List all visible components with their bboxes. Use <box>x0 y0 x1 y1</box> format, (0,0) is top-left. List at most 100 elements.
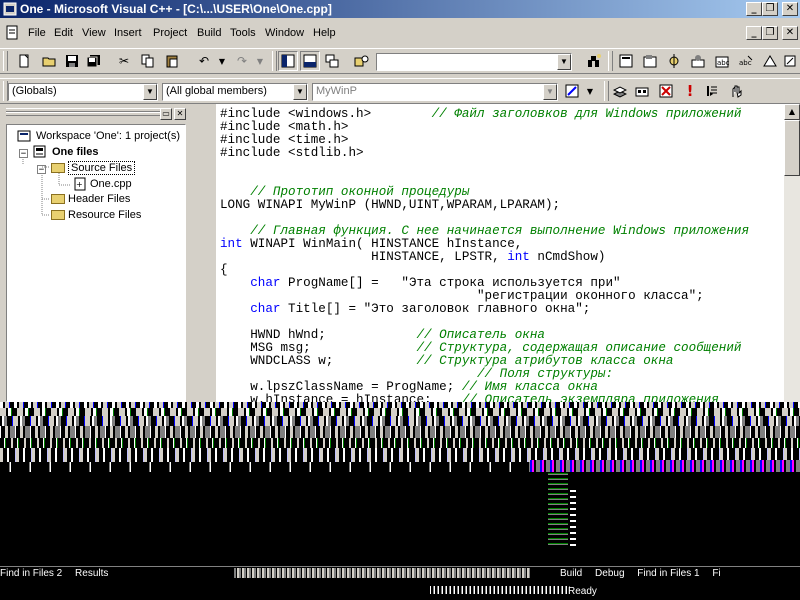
wizard-icon-6[interactable]: abc <box>736 51 756 71</box>
code-line[interactable]: #include <stdlib.h> <box>220 147 749 160</box>
standard-toolbar: ✂ ↶ ▼ ↷ ▼ ▼ abc abc <box>0 48 800 74</box>
build-icon[interactable] <box>632 81 652 101</box>
menu-project[interactable]: Project <box>153 27 187 39</box>
wizard-icon-5[interactable]: abc <box>712 51 732 71</box>
chevron-down-icon[interactable]: ▼ <box>557 54 571 70</box>
menu-edit[interactable]: Edit <box>54 27 73 39</box>
undo-dropdown-icon[interactable]: ▼ <box>212 51 232 71</box>
wizard-icon-4[interactable] <box>688 51 708 71</box>
workspace-icon[interactable] <box>278 51 298 71</box>
menu-tools[interactable]: Tools <box>230 27 256 39</box>
vertical-scrollbar[interactable]: ▲ <box>784 104 800 402</box>
toolbar-grip[interactable] <box>272 51 277 71</box>
wizard-action-dropdown-icon[interactable]: ▼ <box>580 81 600 101</box>
execute-icon[interactable]: ! <box>680 81 700 101</box>
code-line[interactable]: LONG WINAPI MyWinP (HWND,UINT,WPARAM,LPA… <box>220 199 749 212</box>
panel-grip[interactable] <box>6 112 171 116</box>
tab-debug[interactable]: Debug <box>595 568 624 579</box>
compile-icon[interactable] <box>610 81 630 101</box>
copy-icon[interactable] <box>138 51 158 71</box>
go-icon[interactable] <box>702 81 722 101</box>
code-comment: // Описатель экземпляра приложения <box>461 393 719 403</box>
code-line[interactable] <box>220 160 749 173</box>
workspace-tree: Workspace 'One': 1 project(s) − One file… <box>6 124 186 402</box>
code-text: HINSTANCE, LPSTR, <box>220 250 508 264</box>
menu-bar: File Edit View Insert Project Build Tool… <box>0 22 800 44</box>
wizard-action-icon[interactable] <box>562 81 582 101</box>
menu-insert[interactable]: Insert <box>114 27 142 39</box>
members-combo[interactable]: MyWinP ▼ <box>312 83 558 101</box>
toolbar-grip[interactable] <box>604 81 609 101</box>
close-icon[interactable]: ✕ <box>782 2 798 16</box>
chevron-down-icon[interactable]: ▼ <box>143 84 157 100</box>
minimize-icon[interactable]: _ <box>746 2 762 16</box>
menu-window[interactable]: Window <box>265 27 304 39</box>
code-comment: // Структура, содержащая описание сообще… <box>416 341 742 355</box>
stop-build-icon[interactable] <box>656 81 676 101</box>
title-bar[interactable]: One - Microsoft Visual C++ - [C:\...\USE… <box>0 0 800 18</box>
new-icon[interactable] <box>14 51 34 71</box>
code-line[interactable]: HINSTANCE, LPSTR, int nCmdShow) <box>220 251 749 264</box>
find-combo[interactable]: ▼ <box>376 53 572 71</box>
menu-help[interactable]: Help <box>313 27 336 39</box>
scroll-thumb[interactable] <box>784 120 800 176</box>
tab-build[interactable]: Build <box>560 568 582 579</box>
save-all-icon[interactable] <box>84 51 104 71</box>
code-text: LONG WINAPI MyWinP (HWND,UINT,WPARAM,LPA… <box>220 198 561 212</box>
chevron-down-icon[interactable]: ▼ <box>543 84 557 100</box>
close-icon[interactable]: ✕ <box>174 108 186 120</box>
doc-minimize-icon[interactable]: _ <box>746 26 762 40</box>
svg-text:abc: abc <box>739 59 752 67</box>
dock-icon[interactable]: ▭ <box>160 108 172 120</box>
window-list-icon[interactable] <box>322 51 342 71</box>
breakpoint-icon[interactable] <box>726 81 746 101</box>
doc-close-icon[interactable]: ✕ <box>782 26 798 40</box>
find-in-files-icon[interactable] <box>352 51 372 71</box>
code-keyword: int <box>220 237 243 251</box>
undo-icon[interactable]: ↶ <box>194 51 214 71</box>
redo-dropdown-icon[interactable]: ▼ <box>250 51 270 71</box>
tab-fi[interactable]: Fi <box>712 568 720 579</box>
toolbar-grip[interactable] <box>3 51 8 71</box>
tab-results[interactable]: Results <box>75 568 108 579</box>
source-code[interactable]: #include <windows.h> // Файл заголовков … <box>220 107 749 403</box>
doc-restore-icon[interactable]: ❐ <box>762 26 778 40</box>
save-icon[interactable] <box>62 51 82 71</box>
paste-icon[interactable] <box>162 51 182 71</box>
toolbar-grip[interactable] <box>608 51 613 71</box>
wizard-icon-2[interactable] <box>640 51 660 71</box>
code-text: WINAPI WinMain( HINSTANCE hInstance, <box>242 237 523 251</box>
code-text: nCmdShow) <box>529 250 606 264</box>
tab-find-in-files-1[interactable]: Find in Files 1 <box>637 568 699 579</box>
restore-icon[interactable]: ❐ <box>762 2 778 16</box>
code-comment: // Имя класса окна <box>461 380 598 394</box>
code-line[interactable]: char Title[] = "Это заголовок главного о… <box>220 303 749 316</box>
wizard-icon-1[interactable] <box>616 51 636 71</box>
code-text: Title[] = "Это заголовок главного окна"; <box>280 302 591 316</box>
menu-build[interactable]: Build <box>197 27 221 39</box>
code-comment: // Файл заголовков для Windows приложени… <box>431 107 742 121</box>
wizard-icon-3[interactable] <box>664 51 684 71</box>
output-icon[interactable] <box>300 51 320 71</box>
scroll-up-icon[interactable]: ▲ <box>784 104 800 120</box>
chevron-down-icon[interactable]: ▼ <box>293 84 307 100</box>
filter-combo[interactable]: (All global members) ▼ <box>162 83 308 101</box>
cut-icon[interactable]: ✂ <box>114 51 134 71</box>
open-icon[interactable] <box>40 51 60 71</box>
wizard-icon-7[interactable] <box>760 51 780 71</box>
find-icon[interactable] <box>584 51 604 71</box>
class-combo[interactable]: (Globals) ▼ <box>8 83 158 101</box>
tab-find-in-files-2[interactable]: Find in Files 2 <box>0 568 62 579</box>
wizard-icon-8[interactable] <box>780 51 800 71</box>
document-icon[interactable] <box>4 25 20 41</box>
menu-file[interactable]: File <box>28 27 46 39</box>
menu-view[interactable]: View <box>82 27 106 39</box>
code-line[interactable]: w.hInstance = hInstance; // Описатель эк… <box>220 393 749 403</box>
code-comment: // Прототип оконной процедуры <box>250 185 470 199</box>
code-keyword: char <box>250 276 281 290</box>
redo-icon[interactable]: ↷ <box>232 51 252 71</box>
code-editor[interactable]: #include <windows.h> // Файл заголовков … <box>216 104 784 402</box>
